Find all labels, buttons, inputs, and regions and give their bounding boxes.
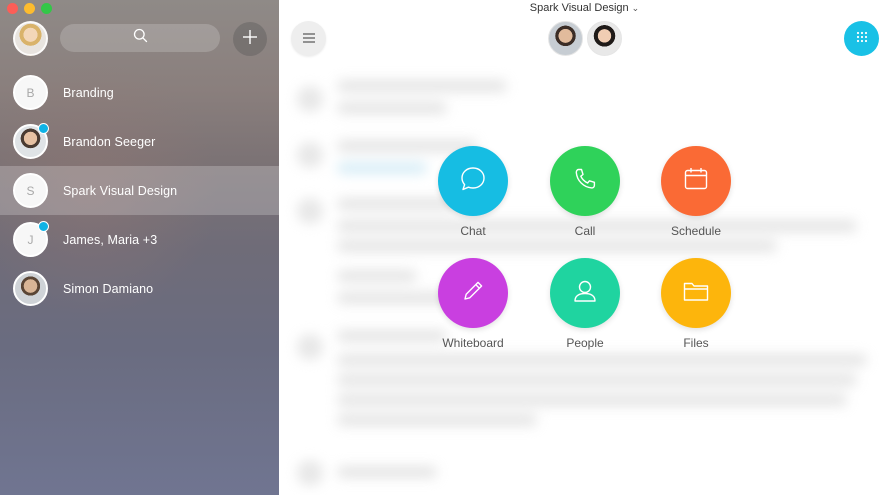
grid-icon: [856, 30, 868, 48]
people-action[interactable]: People: [530, 258, 640, 350]
files-button[interactable]: [661, 258, 731, 328]
call-button[interactable]: [550, 146, 620, 216]
room-label: Branding: [63, 85, 114, 100]
folder-icon: [681, 277, 711, 310]
person-icon: [571, 277, 599, 310]
schedule-button[interactable]: [661, 146, 731, 216]
minimize-window-button[interactable]: [24, 3, 35, 14]
people-button[interactable]: [550, 258, 620, 328]
room-title-dropdown[interactable]: Spark Visual Design ⌄: [279, 2, 890, 14]
room-item-simon-damiano[interactable]: Simon Damiano: [0, 264, 279, 313]
unread-indicator: [38, 221, 49, 232]
room-item-james-maria[interactable]: J James, Maria +3: [0, 215, 279, 264]
chat-action[interactable]: Chat: [418, 146, 528, 238]
room-avatar: J: [13, 221, 49, 257]
room-title: Spark Visual Design: [529, 2, 629, 14]
search-icon: [133, 28, 148, 48]
chat-button[interactable]: [438, 146, 508, 216]
close-window-button[interactable]: [7, 3, 18, 14]
room-label: Brandon Seeger: [63, 134, 156, 149]
room-label: Spark Visual Design: [63, 183, 178, 198]
whiteboard-button[interactable]: [438, 258, 508, 328]
room-label: Simon Damiano: [63, 281, 154, 296]
unread-indicator: [38, 123, 49, 134]
files-label: Files: [683, 336, 709, 350]
room-label: James, Maria +3: [63, 232, 158, 247]
avatar: [13, 271, 48, 306]
participants: [548, 21, 622, 56]
zoom-window-button[interactable]: [41, 3, 52, 14]
hamburger-icon: [302, 30, 316, 48]
search-button[interactable]: [60, 24, 220, 52]
room-item-spark-visual-design[interactable]: S Spark Visual Design: [0, 166, 279, 215]
plus-icon: [242, 29, 258, 50]
main-panel: Spark Visual Design ⌄ Chat Call Schedule…: [279, 0, 890, 495]
chat-label: Chat: [460, 224, 486, 238]
files-action[interactable]: Files: [641, 258, 751, 350]
room-avatar: S: [13, 173, 48, 208]
chat-bubble-icon: [459, 165, 487, 198]
room-item-brandon-seeger[interactable]: Brandon Seeger: [0, 117, 279, 166]
chevron-down-icon: ⌄: [631, 3, 640, 13]
room-item-branding[interactable]: B Branding: [0, 68, 279, 117]
phone-icon: [572, 166, 598, 197]
menu-button[interactable]: [291, 21, 326, 56]
people-label: People: [566, 336, 604, 350]
room-initial: S: [26, 183, 35, 198]
whiteboard-action[interactable]: Whiteboard: [418, 258, 528, 350]
room-list: B Branding Brandon Seeger S Spark Visual…: [0, 68, 279, 313]
my-avatar[interactable]: [13, 21, 48, 56]
apps-grid-button[interactable]: [844, 21, 879, 56]
window-controls: [7, 3, 52, 14]
schedule-action[interactable]: Schedule: [641, 146, 751, 238]
room-initial: J: [27, 232, 34, 247]
participant-avatar[interactable]: [587, 21, 622, 56]
calendar-icon: [682, 165, 710, 198]
room-avatar: B: [13, 75, 48, 110]
sidebar: B Branding Brandon Seeger S Spark Visual…: [0, 0, 279, 495]
participant-avatar[interactable]: [548, 21, 583, 56]
call-label: Call: [574, 224, 596, 238]
whiteboard-label: Whiteboard: [442, 336, 504, 350]
avatar: [13, 123, 49, 159]
call-action[interactable]: Call: [530, 146, 640, 238]
add-button[interactable]: [233, 22, 267, 56]
schedule-label: Schedule: [670, 224, 722, 238]
room-initial: B: [26, 85, 35, 100]
pencil-icon: [460, 278, 486, 309]
